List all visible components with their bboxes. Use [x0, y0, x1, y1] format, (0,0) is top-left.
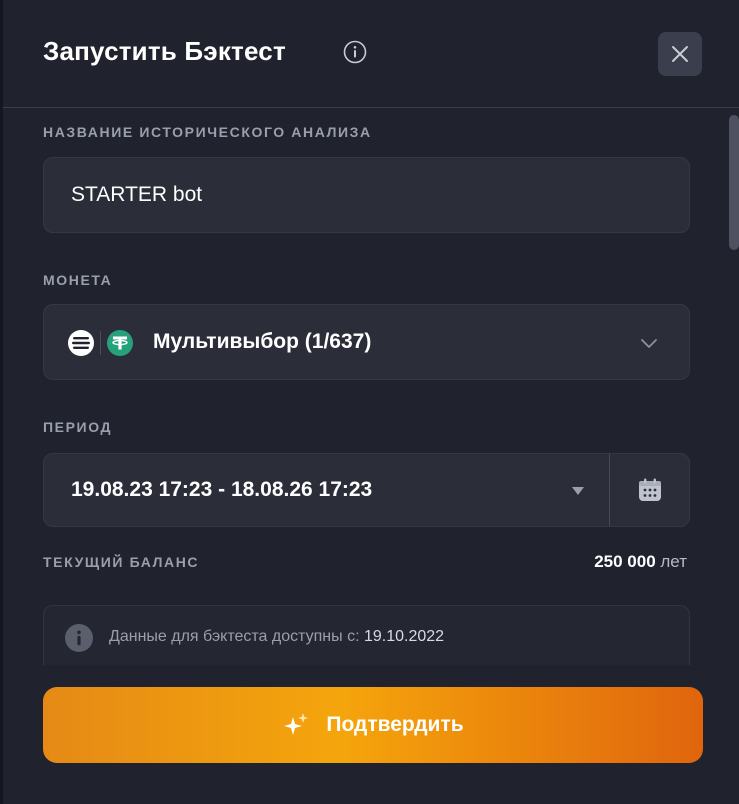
modal-header: Запустить Бэктест: [3, 0, 739, 108]
multiselect-coin-icon: [68, 330, 94, 356]
period-field-label: ПЕРИОД: [43, 419, 113, 435]
caret-down-icon: [572, 487, 584, 495]
balance-label: ТЕКУЩИЙ БАЛАНС: [43, 554, 200, 570]
confirm-button[interactable]: Подтвердить: [43, 687, 703, 763]
data-availability-notice: Данные для бэктеста доступны с: 19.10.20…: [43, 605, 690, 665]
sparkles-icon: [284, 713, 309, 735]
coin-icons-divider: [100, 331, 101, 355]
balance-value: 250 000 лет: [594, 552, 687, 572]
name-input[interactable]: STARTER bot: [43, 157, 690, 233]
notice-message: Данные для бэктеста доступны с:: [109, 628, 360, 645]
name-field-label: НАЗВАНИЕ ИСТОРИЧЕСКОГО АНАЛИЗА: [43, 124, 372, 140]
coin-field-label: МОНЕТА: [43, 272, 113, 288]
confirm-button-label: Подтвердить: [326, 713, 464, 736]
coin-select[interactable]: Мультивыбор (1/637): [43, 304, 690, 380]
name-input-value: STARTER bot: [71, 183, 203, 206]
modal-title: Запустить Бэктест: [43, 36, 286, 66]
info-icon[interactable]: [343, 40, 367, 64]
coin-select-value: Мультивыбор (1/637): [153, 330, 372, 353]
period-value: 19.08.23 17:23 - 18.08.26 17:23: [71, 478, 373, 501]
tether-icon: [107, 330, 133, 356]
calendar-icon: [639, 478, 661, 501]
calendar-button[interactable]: [610, 454, 690, 526]
balance-amount: 250 000: [594, 552, 656, 571]
balance-unit: лет: [660, 552, 687, 571]
close-button[interactable]: [658, 32, 702, 76]
coin-icons: [68, 329, 133, 357]
period-select[interactable]: 19.08.23 17:23 - 18.08.26 17:23: [43, 453, 690, 527]
info-filled-icon: [65, 624, 93, 652]
notice-text: Данные для бэктеста доступны с: 19.10.20…: [109, 628, 444, 646]
close-icon: [672, 46, 688, 62]
notice-date: 19.10.2022: [363, 628, 445, 645]
backtest-modal: Запустить Бэктест НАЗВАНИЕ ИСТОРИЧЕСКОГО…: [0, 0, 739, 804]
chevron-down-icon: [641, 339, 657, 348]
scrollbar-thumb[interactable]: [729, 115, 739, 250]
